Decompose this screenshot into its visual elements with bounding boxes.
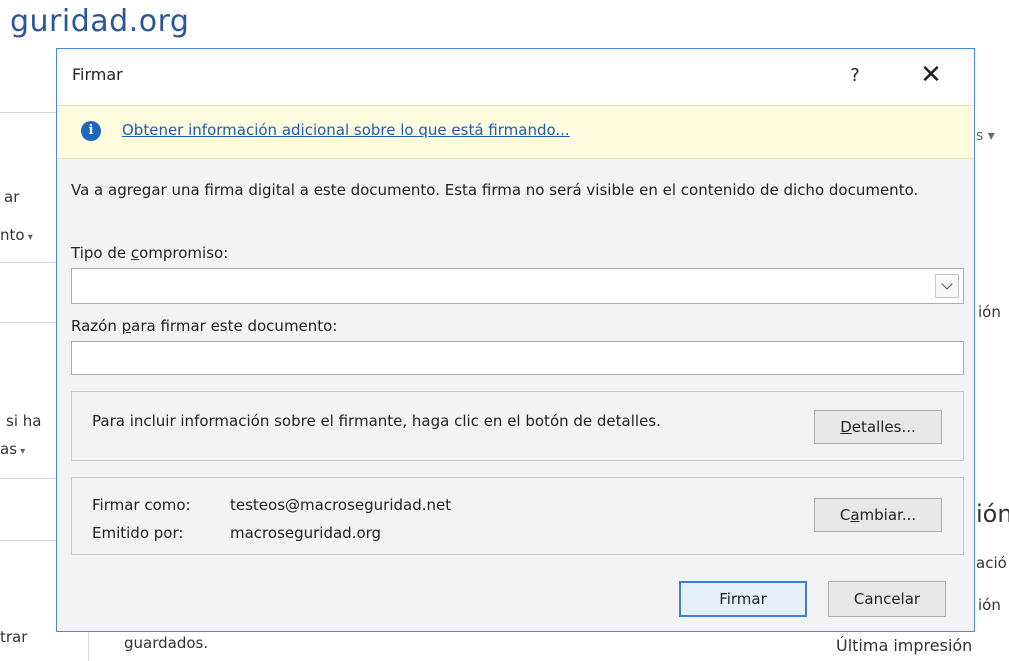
bg-fragment: trar xyxy=(0,628,28,646)
sign-as-label: Firmar como: xyxy=(92,496,191,514)
info-icon: i xyxy=(81,121,101,141)
divider xyxy=(0,540,56,541)
commitment-type-label: Tipo de compromiso: xyxy=(71,244,229,262)
change-button[interactable]: Cambiar... xyxy=(814,498,942,532)
divider xyxy=(0,262,56,263)
cancel-button[interactable]: Cancelar xyxy=(828,581,946,617)
sign-as-value: testeos@macroseguridad.net xyxy=(230,496,452,514)
close-icon: ✕ xyxy=(920,60,942,90)
bg-fragment: ión xyxy=(976,500,1009,528)
signer-details-group: Para incluir información sobre el firman… xyxy=(71,391,964,461)
issued-by-label: Emitido por: xyxy=(92,524,184,542)
commitment-type-select[interactable] xyxy=(71,268,964,304)
reason-label: Razón para firmar este documento: xyxy=(71,317,338,335)
bg-fragment: as ▾ xyxy=(0,440,26,458)
chevron-down-icon[interactable] xyxy=(935,274,959,298)
sign-dialog: Firmar ? ✕ i Obtener información adicion… xyxy=(56,48,975,632)
info-bar: i Obtener información adicional sobre lo… xyxy=(57,105,974,159)
details-button[interactable]: Detalles... xyxy=(814,410,942,444)
info-link[interactable]: Obtener información adicional sobre lo q… xyxy=(122,121,570,139)
dialog-titlebar: Firmar ? ✕ xyxy=(57,49,974,105)
bg-fragment: si ha xyxy=(6,412,42,430)
bg-fragment: nto ▾ xyxy=(0,226,33,244)
divider xyxy=(0,478,56,479)
bg-fragment: ión xyxy=(978,596,1001,614)
bg-fragment: ació xyxy=(976,554,1007,572)
close-button[interactable]: ✕ xyxy=(915,59,947,91)
bg-fragment: s ▾ xyxy=(976,128,995,144)
dialog-title: Firmar xyxy=(72,65,123,84)
divider xyxy=(0,112,56,113)
sign-button[interactable]: Firmar xyxy=(679,581,807,617)
help-button[interactable]: ? xyxy=(840,61,870,91)
bg-fragment: Última impresión xyxy=(836,636,973,655)
reason-input[interactable] xyxy=(71,341,964,375)
site-title: guridad.org xyxy=(10,4,190,39)
details-text: Para incluir información sobre el firman… xyxy=(92,412,661,430)
signer-info-group: Firmar como: testeos@macroseguridad.net … xyxy=(71,477,964,555)
description-text: Va a agregar una firma digital a este do… xyxy=(71,181,919,199)
bg-fragment: ión xyxy=(978,303,1001,321)
issued-by-value: macroseguridad.org xyxy=(230,524,382,542)
bg-fragment: ar xyxy=(4,188,20,206)
bg-fragment: guardados. xyxy=(124,634,209,652)
divider xyxy=(0,322,56,323)
